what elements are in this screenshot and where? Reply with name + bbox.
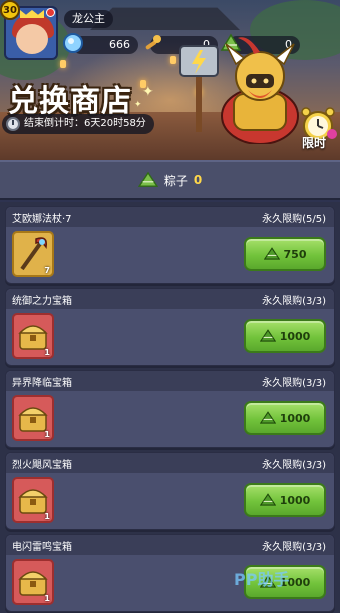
item-slot[interactable]: 7 xyxy=(12,231,54,277)
clock-icon xyxy=(6,117,20,131)
player-level-badge: 30 xyxy=(0,0,20,20)
item-name: 电闪雷鸣宝箱 xyxy=(12,542,72,553)
zongzi-icon xyxy=(263,247,280,260)
shop-item: 烈火飓风宝箱 永久限购(3/3) 1 1000 xyxy=(5,452,335,530)
buy-button[interactable]: 1000 xyxy=(244,401,326,435)
zongzi-icon xyxy=(259,493,276,506)
lantern-icon xyxy=(60,60,66,68)
item-slot[interactable]: 1 xyxy=(12,477,54,523)
sparkle-icon: ✦ xyxy=(134,100,142,110)
item-name: 异界降临宝箱 xyxy=(12,378,72,389)
torch-icon xyxy=(145,35,161,50)
shop-item: 异界降临宝箱 永久限购(3/3) 1 1000 xyxy=(5,370,335,448)
countdown-pill: 结束倒计时：6天20时58分 xyxy=(2,114,154,134)
armored-hero-illustration xyxy=(179,37,299,144)
item-quantity: 1 xyxy=(44,512,50,521)
currency-count: 0 xyxy=(193,173,203,187)
item-quantity: 1 xyxy=(44,594,50,603)
buy-button[interactable]: 750 xyxy=(244,237,326,271)
currency-header: 粽子 0 xyxy=(0,160,340,200)
item-name: 烈火飓风宝箱 xyxy=(12,460,72,471)
item-name: 统御之力宝箱 xyxy=(12,296,72,307)
item-quantity: 7 xyxy=(44,266,50,275)
item-slot[interactable]: 1 xyxy=(12,395,54,441)
buy-button[interactable]: 1000 xyxy=(244,483,326,517)
item-limit: 永久限购(5/5) xyxy=(262,214,326,225)
item-price: 1000 xyxy=(279,493,311,507)
avatar-face xyxy=(16,24,48,54)
crown-icon xyxy=(20,10,44,18)
shop-banner: 30 龙公主 666 0 0 兑换商店 ✦ ✦ 结束倒计时：6天20时58分 限… xyxy=(0,0,340,160)
buy-button[interactable]: 1000 xyxy=(244,319,326,353)
item-quantity: 1 xyxy=(44,430,50,439)
item-slot[interactable]: 1 xyxy=(12,313,54,359)
player-name: 龙公主 xyxy=(64,10,113,28)
gem-icon xyxy=(63,33,83,53)
item-price: 750 xyxy=(283,247,307,261)
item-limit: 永久限购(3/3) xyxy=(262,542,326,553)
item-price: 1000 xyxy=(279,411,311,425)
item-limit: 永久限购(3/3) xyxy=(262,378,326,389)
countdown-text: 结束倒计时：6天20时58分 xyxy=(24,118,146,129)
item-slot[interactable]: 1 xyxy=(12,559,54,605)
item-limit: 永久限购(3/3) xyxy=(262,460,326,471)
watermark-logo: PP助手 xyxy=(234,570,290,589)
zongzi-icon xyxy=(259,329,276,342)
sparkle-icon: ✦ xyxy=(142,84,154,100)
currency-label: 粽子 xyxy=(163,173,188,188)
limited-time-label: 限时 xyxy=(302,136,327,150)
item-quantity: 1 xyxy=(44,348,50,357)
item-price: 1000 xyxy=(279,329,311,343)
zongzi-icon xyxy=(259,411,276,424)
shop-item-list[interactable]: 艾欧娜法杖·7 永久限购(5/5) 7 750 统御之力宝箱 永久限购(3/3) xyxy=(0,202,340,613)
lantern-icon xyxy=(170,56,176,64)
zongzi-icon xyxy=(137,172,158,187)
notification-dot xyxy=(46,8,55,17)
item-limit: 永久限购(3/3) xyxy=(262,296,326,307)
shop-item: 统御之力宝箱 永久限购(3/3) 1 1000 xyxy=(5,288,335,366)
item-name: 艾欧娜法杖·7 xyxy=(12,214,72,225)
shop-item: 艾欧娜法杖·7 永久限购(5/5) 7 750 xyxy=(5,206,335,284)
